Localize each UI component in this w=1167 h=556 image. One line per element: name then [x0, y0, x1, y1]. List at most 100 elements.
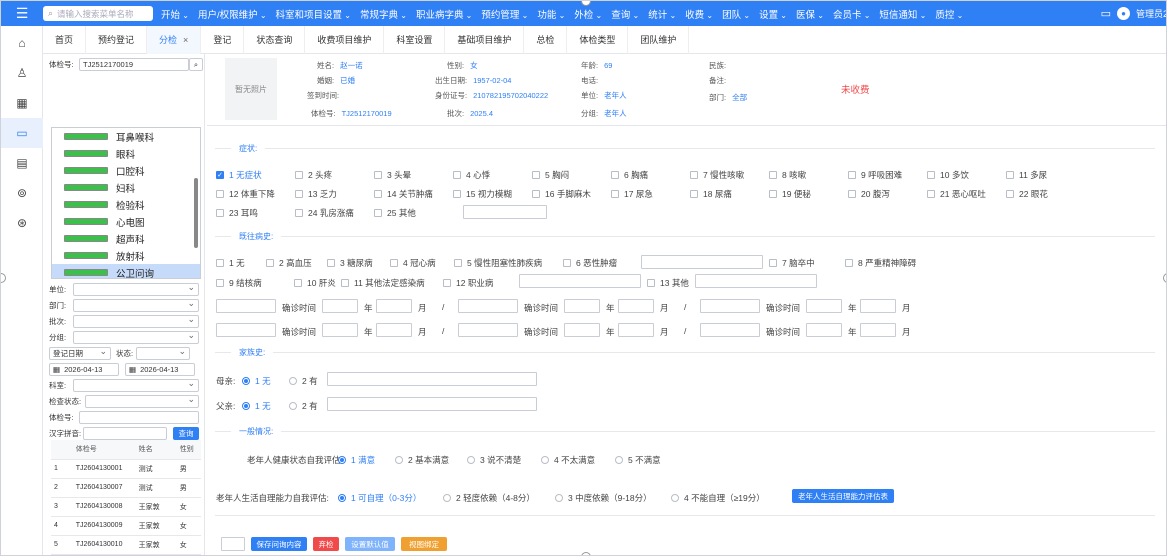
table-row[interactable]: 4 TJ2604130009 王家敦女	[51, 516, 201, 536]
symptom-checkbox[interactable]: 20 腹泻	[848, 188, 890, 200]
scrollbar[interactable]	[194, 178, 198, 248]
date-to-input[interactable]: ▦ 2026-04-13	[125, 363, 195, 376]
symptom-checkbox[interactable]: 16 手脚麻木	[532, 188, 591, 200]
health-eval-radio[interactable]: 5 不满意	[615, 454, 661, 466]
self-care-radio[interactable]: 4 不能自理（≥19分）	[671, 492, 765, 504]
year-input[interactable]	[322, 299, 358, 313]
save-inquiry-button[interactable]: 保存问询内容	[251, 537, 307, 551]
nav-item[interactable]: 短信通知 ⌄	[879, 7, 926, 21]
history-checkbox[interactable]: 8 严重精神障碍	[845, 257, 916, 269]
nav-item[interactable]: 职业病字典 ⌄	[416, 7, 472, 21]
department-item[interactable]: 妇科	[52, 179, 200, 196]
history-checkbox[interactable]: 10 肝炎	[294, 277, 336, 289]
symptom-checkbox[interactable]: 9 呼吸困难	[848, 169, 902, 181]
check-status-select[interactable]	[85, 394, 199, 408]
month-input[interactable]	[860, 323, 896, 337]
tab[interactable]: 基础项目维护	[445, 25, 525, 54]
department-item[interactable]: 超声科	[52, 230, 200, 247]
schedule-icon[interactable]: ▤	[1, 148, 43, 178]
symptom-checkbox[interactable]: 21 恶心呕吐	[927, 188, 986, 200]
nav-item[interactable]: 会员卡 ⌄	[833, 7, 870, 21]
month-input[interactable]	[618, 299, 654, 313]
disease-name-input[interactable]	[216, 299, 276, 313]
symptom-checkbox[interactable]: 10 多饮	[927, 169, 969, 181]
year-input[interactable]	[564, 299, 600, 313]
exam-no-filter-input[interactable]	[79, 411, 199, 424]
department-item[interactable]: 口腔科	[52, 162, 200, 179]
disease-name-input[interactable]	[700, 323, 760, 337]
pinyin-input[interactable]	[83, 427, 167, 440]
tab[interactable]: 收费项目维护	[305, 25, 385, 54]
symptom-checkbox[interactable]: ✓ 1 无症状	[216, 169, 262, 181]
tumor-input[interactable]	[641, 255, 763, 269]
disease-name-input[interactable]	[458, 323, 518, 337]
symptom-checkbox[interactable]: 22 眼花	[1006, 188, 1048, 200]
department-item[interactable]: 放射科	[52, 247, 200, 264]
tab[interactable]: 总检	[524, 25, 568, 54]
health-eval-radio[interactable]: 4 不太满意	[541, 454, 595, 466]
symptom-checkbox[interactable]: 14 关节肿痛	[374, 188, 433, 200]
symptom-checkbox[interactable]: 6 胸痛	[611, 169, 648, 181]
department-item[interactable]: 公卫问询	[52, 264, 200, 278]
history-checkbox[interactable]: 6 恶性肿瘤	[563, 257, 617, 269]
month-input[interactable]	[376, 323, 412, 337]
month-input[interactable]	[376, 299, 412, 313]
month-input[interactable]	[860, 299, 896, 313]
nav-item[interactable]: 开始 ⌄	[161, 7, 189, 21]
symptom-checkbox[interactable]: 7 慢性咳嗽	[690, 169, 744, 181]
symptom-checkbox[interactable]: 24 乳房涨痛	[295, 207, 354, 219]
column-header[interactable]: 体检号	[72, 440, 136, 460]
tab[interactable]: 团队维护	[628, 25, 690, 54]
tab[interactable]: 分检 ×	[147, 25, 202, 54]
mother-yes-radio[interactable]: 2 有	[289, 375, 318, 387]
father-detail-input[interactable]	[327, 397, 537, 411]
table-row[interactable]: 1 TJ2604130001 测试男	[51, 459, 201, 479]
occupational-input[interactable]	[519, 274, 641, 288]
unit-select[interactable]	[73, 282, 199, 296]
screen-icon[interactable]: ▭	[1, 118, 43, 148]
user-avatar-icon[interactable]: ●	[1116, 7, 1130, 20]
mother-none-radio[interactable]: 1 无	[242, 375, 271, 387]
location-icon[interactable]: ⊚	[1, 178, 43, 208]
user-icon[interactable]: ♙	[1, 58, 43, 88]
query-button[interactable]: 查询	[173, 427, 199, 440]
health-eval-radio[interactable]: 2 基本满意	[395, 454, 449, 466]
health-eval-radio[interactable]: 3 说不清楚	[467, 454, 521, 466]
symptom-checkbox[interactable]: 4 心悸	[453, 169, 490, 181]
symptom-checkbox[interactable]: 12 体重下降	[216, 188, 275, 200]
symptom-checkbox[interactable]: 19 便秘	[769, 188, 811, 200]
symptom-checkbox[interactable]: 13 乏力	[295, 188, 337, 200]
dept-select[interactable]	[73, 298, 199, 312]
father-none-radio[interactable]: 1 无	[242, 400, 271, 412]
self-care-radio[interactable]: 1 可自理（0-3分）	[338, 492, 421, 504]
nav-item[interactable]: 用户/权限维护 ⌄	[198, 7, 267, 21]
group-select[interactable]	[73, 330, 199, 344]
symptom-checkbox[interactable]: 5 胸闷	[532, 169, 569, 181]
tab[interactable]: 状态查询	[244, 25, 306, 54]
year-input[interactable]	[564, 323, 600, 337]
search-icon[interactable]: ⌕	[189, 58, 203, 71]
exam-no-input[interactable]: TJ2512170019	[79, 58, 189, 71]
symptom-checkbox[interactable]: 25 其他	[374, 207, 416, 219]
nav-item[interactable]: 团队 ⌄	[722, 7, 750, 21]
tab[interactable]: 科室设置	[384, 25, 446, 54]
self-care-radio[interactable]: 3 中度依赖（9-18分）	[555, 492, 652, 504]
health-eval-radio[interactable]: 1 满意	[338, 454, 375, 466]
history-checkbox[interactable]: 13 其他	[647, 277, 689, 289]
tab[interactable]: 首页	[43, 25, 87, 54]
column-header[interactable]: 性别	[176, 440, 201, 460]
nav-item[interactable]: 收费 ⌄	[685, 7, 713, 21]
year-input[interactable]	[806, 323, 842, 337]
table-row[interactable]: 5 TJ2604130010 王家敦女	[51, 535, 201, 555]
tab[interactable]: 体检类型	[567, 25, 629, 54]
menu-toggle-icon[interactable]: ☰	[1, 1, 43, 26]
set-default-button[interactable]: 设置默认值	[345, 537, 395, 551]
history-checkbox[interactable]: 4 冠心病	[390, 257, 436, 269]
symptom-checkbox[interactable]: 3 头晕	[374, 169, 411, 181]
nav-item[interactable]: 设置 ⌄	[759, 7, 787, 21]
abandon-button[interactable]: 弃检	[313, 537, 339, 551]
nav-item[interactable]: 统计 ⌄	[648, 7, 676, 21]
father-yes-radio[interactable]: 2 有	[289, 400, 318, 412]
year-input[interactable]	[322, 323, 358, 337]
department-item[interactable]: 眼科	[52, 145, 200, 162]
